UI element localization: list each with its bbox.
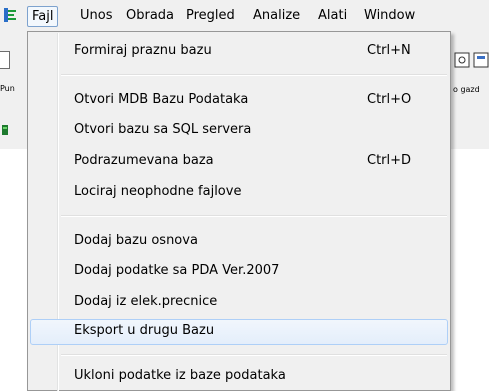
menu-item-label: Podrazumevana baza [74,153,214,168]
menu-separator [61,215,447,217]
menu-item-label: Dodaj podatke sa PDA Ver.2007 [74,263,280,278]
menu-item-ukloni-podatke[interactable]: Ukloni podatke iz baze podataka [30,364,448,388]
menu-item-label: Dodaj bazu osnova [74,233,198,248]
menu-item-dodaj-elek-precnice[interactable]: Dodaj iz elek.precnice [30,290,448,314]
menu-item-lociraj-fajlove[interactable]: Lociraj neophodne fajlove [30,180,448,204]
menu-pregled[interactable]: Pregled [186,0,235,31]
menu-item-podrazumevana-baza[interactable]: Podrazumevana baza Ctrl+D [30,149,448,173]
app-icon [4,8,16,22]
background-left-label: Pun [0,84,15,93]
menu-alati[interactable]: Alati [318,0,347,31]
menu-item-dodaj-bazu-osnova[interactable]: Dodaj bazu osnova [30,229,448,253]
menu-item-shortcut: Ctrl+N [367,43,411,58]
menu-obrada[interactable]: Obrada [126,0,174,31]
menu-item-label: Eksport u drugu Bazu [74,323,215,338]
menu-fajl[interactable]: Fajl [27,6,59,27]
toolbar-icon-b[interactable] [473,52,489,68]
menu-separator [61,74,447,76]
menu-item-label: Dodaj iz elek.precnice [74,294,218,309]
menu-analize[interactable]: Analize [253,0,300,31]
menu-separator [61,354,447,356]
toolbar-icon-a[interactable] [454,52,470,68]
menu-window[interactable]: Window [364,0,415,31]
menu-item-shortcut: Ctrl+O [367,92,412,107]
menu-item-formiraj-praznu-bazu[interactable]: Formiraj praznu bazu Ctrl+N [30,39,448,63]
menu-item-dodaj-pda[interactable]: Dodaj podatke sa PDA Ver.2007 [30,259,448,283]
fajl-dropdown-menu: Formiraj praznu bazu Ctrl+N Otvori MDB B… [27,31,451,391]
menu-item-otvori-mdb[interactable]: Otvori MDB Bazu Podataka Ctrl+O [30,88,448,112]
menu-item-label: Otvori bazu sa SQL servera [74,122,252,137]
menu-item-label: Formiraj praznu bazu [74,43,212,58]
menu-item-label: Otvori MDB Bazu Podataka [74,92,249,107]
toolbar-button[interactable] [0,51,10,69]
menu-bar: Fajl Unos Obrada Pregled Analize Alati W… [0,0,489,31]
menu-item-label: Ukloni podatke iz baze podataka [74,368,286,383]
menu-item-shortcut: Ctrl+D [367,153,412,168]
background-right-label: o gazd [453,85,480,94]
tree-icon [2,125,8,135]
menu-item-eksport-drugu-bazu[interactable]: Eksport u drugu Bazu [30,319,448,345]
menu-unos[interactable]: Unos [80,0,112,31]
menu-item-label: Lociraj neophodne fajlove [74,184,242,199]
menu-item-otvori-sql[interactable]: Otvori bazu sa SQL servera [30,118,448,142]
